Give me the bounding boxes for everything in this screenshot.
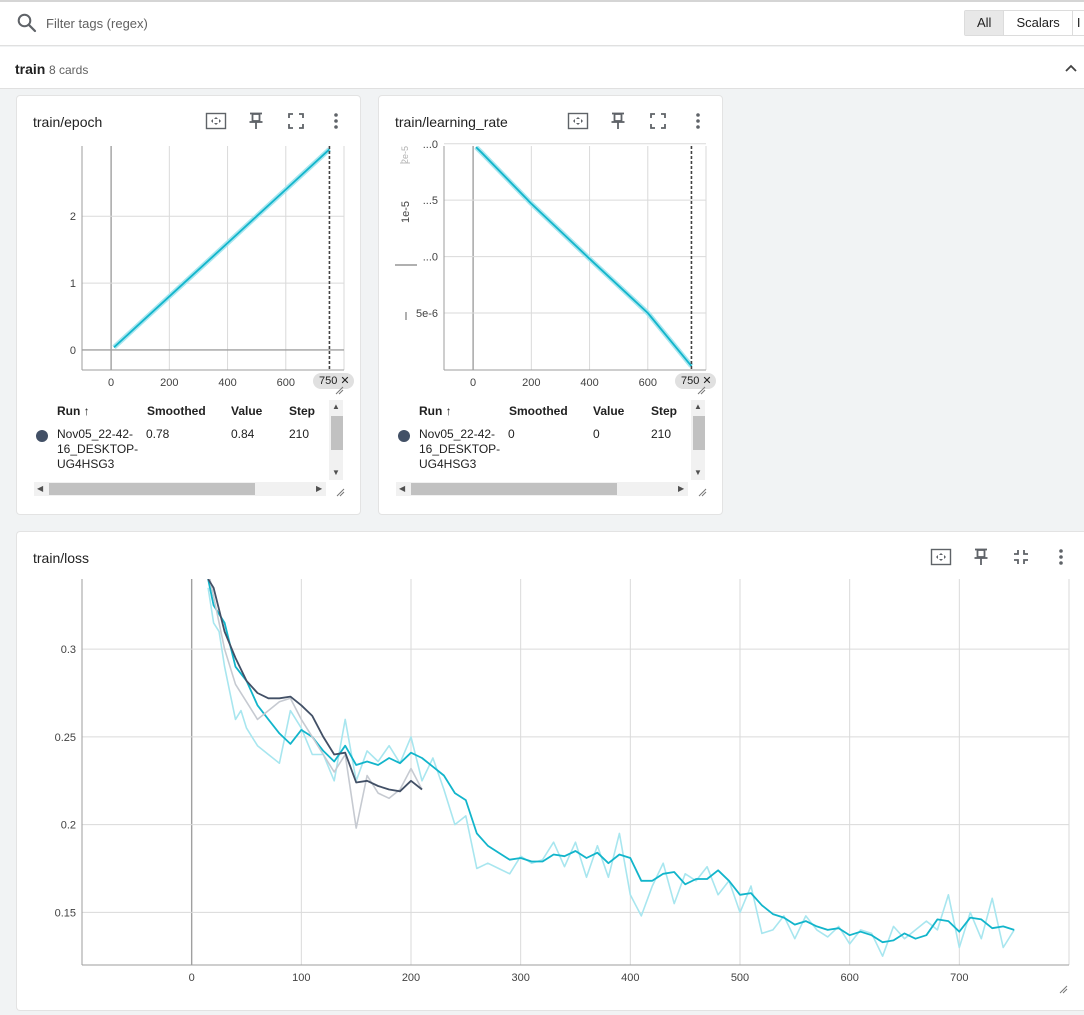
x-tick-label: 400 bbox=[218, 377, 236, 389]
more-vert-icon[interactable] bbox=[1048, 544, 1074, 570]
column-header-value[interactable]: Value bbox=[231, 404, 262, 418]
resize-handle-icon[interactable] bbox=[1058, 984, 1068, 994]
y-tick-label: 2 bbox=[70, 211, 76, 223]
x-tick-label: 400 bbox=[580, 377, 598, 389]
y-tick-label: 0.2 bbox=[61, 820, 76, 832]
y-tick-label: 5e-6 bbox=[416, 308, 438, 320]
chevron-up-icon[interactable] bbox=[1060, 57, 1082, 79]
pin-icon[interactable] bbox=[968, 544, 994, 570]
series-line-3 bbox=[207, 579, 423, 793]
card-toolbar bbox=[928, 544, 1078, 570]
x-tick-label: 700 bbox=[950, 972, 968, 984]
card-toolbar bbox=[565, 108, 715, 134]
x-tick-label: 400 bbox=[621, 972, 639, 984]
card-train-learning-rate: train/learning_rate 1e-5 2e-5 0 200 400 600… bbox=[378, 95, 723, 515]
column-header-value[interactable]: Value bbox=[593, 404, 624, 418]
resize-handle-icon[interactable] bbox=[696, 385, 706, 395]
card-toolbar bbox=[203, 108, 353, 134]
table-horizontal-scrollbar[interactable]: ◀ ▶ bbox=[34, 482, 326, 496]
x-tick-label: 200 bbox=[522, 377, 540, 389]
x-tick-label: 0 bbox=[470, 377, 476, 389]
y-tick-label: 1 bbox=[70, 278, 76, 290]
fit-domain-icon[interactable] bbox=[565, 108, 591, 134]
run-name: Nov05_22-42- 16_DESKTOP- UG4HSG3 bbox=[419, 427, 501, 471]
tag-filter-input[interactable] bbox=[44, 13, 544, 33]
more-vert-icon[interactable] bbox=[323, 108, 349, 134]
x-tick-label: 500 bbox=[731, 972, 749, 984]
card-train-epoch: train/epoch 0 200 400 600 0 1 2 750 ✕ Run ↑ Sm… bbox=[16, 95, 361, 515]
series-line-0 bbox=[207, 587, 1015, 958]
tag-filter-bar: All Scalars I bbox=[0, 2, 1084, 46]
learning-rate-line-chart[interactable]: 0 200 400 600 5e-6 ...0 ...5 ...0 bbox=[379, 139, 724, 440]
exit-fullscreen-icon[interactable] bbox=[1008, 544, 1034, 570]
fullscreen-icon[interactable] bbox=[645, 108, 671, 134]
column-header-step[interactable]: Step bbox=[651, 404, 677, 418]
table-vertical-scrollbar[interactable]: ▲ ▼ bbox=[329, 400, 343, 480]
smoothed-value: 0 bbox=[508, 427, 515, 441]
column-header-smoothed[interactable]: Smoothed bbox=[147, 404, 206, 418]
card-title: train/epoch bbox=[33, 114, 103, 130]
card-title: train/learning_rate bbox=[395, 114, 508, 130]
run-name: Nov05_22-42- 16_DESKTOP- UG4HSG3 bbox=[57, 427, 139, 471]
epoch-line-chart[interactable]: 0 200 400 600 0 1 2 bbox=[17, 140, 362, 440]
loss-line-chart[interactable]: 0 100 200 300 400 500 600 700 0.15 0.2 0.25 0.3 bbox=[17, 576, 1084, 996]
group-title: train bbox=[15, 61, 46, 77]
y-tick-label: ...0 bbox=[423, 252, 438, 264]
y-tick-label: 0.3 bbox=[61, 644, 76, 656]
raw-value: 0.84 bbox=[231, 427, 255, 441]
more-vert-icon[interactable] bbox=[685, 108, 711, 134]
type-toggle-images[interactable]: I bbox=[1072, 11, 1084, 35]
smoothed-value: 0.78 bbox=[146, 427, 170, 441]
column-header-smoothed[interactable]: Smoothed bbox=[509, 404, 568, 418]
raw-value: 0 bbox=[593, 427, 600, 441]
x-tick-label: 300 bbox=[511, 972, 529, 984]
x-tick-label: 0 bbox=[108, 377, 114, 389]
resize-handle-icon[interactable] bbox=[335, 487, 345, 497]
table-vertical-scrollbar[interactable]: ▲ ▼ bbox=[691, 400, 705, 480]
x-tick-label: 600 bbox=[840, 972, 858, 984]
card-train-loss: train/loss 0 100 200 300 400 500 600 700 0.15 0.2… bbox=[16, 531, 1084, 1011]
x-tick-label: 600 bbox=[639, 377, 657, 389]
y-tick-label: 0.15 bbox=[55, 907, 76, 919]
run-color-swatch bbox=[36, 430, 48, 442]
y-tick-label: ...5 bbox=[423, 195, 438, 207]
step-value: 210 bbox=[289, 427, 310, 441]
search-icon bbox=[16, 12, 38, 34]
series-line-1 bbox=[207, 579, 1015, 944]
column-header-run[interactable]: Run ↑ bbox=[57, 404, 90, 418]
x-tick-label: 200 bbox=[160, 377, 178, 389]
column-header-step[interactable]: Step bbox=[289, 404, 315, 418]
pin-icon[interactable] bbox=[605, 108, 631, 134]
fit-domain-icon[interactable] bbox=[928, 544, 954, 570]
series-group bbox=[207, 579, 1015, 958]
x-tick-label: 0 bbox=[189, 972, 195, 984]
step-value: 210 bbox=[651, 427, 672, 441]
group-card-count: 8 cards bbox=[49, 63, 89, 77]
type-toggle-scalars[interactable]: Scalars bbox=[1004, 11, 1073, 35]
resize-handle-icon[interactable] bbox=[334, 385, 344, 395]
sort-arrow-up-icon: ↑ bbox=[445, 404, 452, 418]
y-tick-label: 0.25 bbox=[55, 732, 76, 744]
plugin-type-toggle: All Scalars I bbox=[964, 10, 1084, 36]
column-header-run[interactable]: Run ↑ bbox=[419, 404, 452, 418]
card-group-header[interactable]: train 8 cards bbox=[0, 47, 1084, 89]
card-title: train/loss bbox=[33, 550, 90, 566]
x-tick-label: 100 bbox=[292, 972, 310, 984]
run-color-swatch bbox=[398, 430, 410, 442]
type-toggle-all[interactable]: All bbox=[965, 11, 1005, 35]
y-tick-label: 0 bbox=[70, 345, 76, 357]
series-line-0 bbox=[113, 148, 331, 348]
fullscreen-icon[interactable] bbox=[283, 108, 309, 134]
x-tick-label: 600 bbox=[277, 377, 295, 389]
y-tick-label: ...0 bbox=[423, 139, 438, 151]
resize-handle-icon[interactable] bbox=[697, 487, 707, 497]
x-tick-label: 200 bbox=[402, 972, 420, 984]
pin-icon[interactable] bbox=[243, 108, 269, 134]
fit-domain-icon[interactable] bbox=[203, 108, 229, 134]
table-horizontal-scrollbar[interactable]: ◀ ▶ bbox=[396, 482, 688, 496]
sort-arrow-up-icon: ↑ bbox=[83, 404, 90, 418]
series-group bbox=[112, 147, 332, 350]
